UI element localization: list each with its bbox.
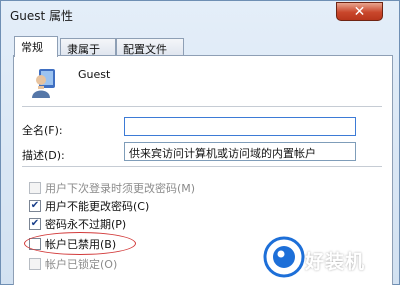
divider bbox=[22, 166, 382, 167]
tab-member-of[interactable]: 隶属于 bbox=[60, 38, 116, 56]
checkbox-cannot-change-password[interactable]: ✔ 用户不能更改密码(C) bbox=[29, 198, 149, 214]
watermark-text: 好装机 bbox=[305, 251, 366, 273]
window-title: Guest 属性 bbox=[10, 9, 74, 23]
tab-profile[interactable]: 配置文件 bbox=[116, 38, 184, 56]
checkbox-box[interactable]: ✔ bbox=[29, 218, 41, 230]
user-icon bbox=[32, 69, 55, 98]
checkbox-box[interactable] bbox=[29, 258, 41, 270]
close-button[interactable]: ✕ bbox=[336, 2, 383, 21]
checkbox-account-locked[interactable]: 帐户已锁定(O) bbox=[29, 256, 117, 272]
checkbox-label: 帐户已锁定(O) bbox=[45, 258, 118, 271]
checkbox-label: 用户不能更改密码(C) bbox=[45, 200, 150, 213]
checkbox-must-change-password[interactable]: 用户下次登录时须更改密码(M) bbox=[29, 180, 195, 196]
checkbox-password-never-expires[interactable]: ✔ 密码永不过期(P) bbox=[29, 216, 126, 232]
description-label: 描述(D): bbox=[22, 149, 65, 162]
description-input[interactable]: 供来宾访问计算机或访问域的内置帐户 bbox=[124, 142, 356, 161]
user-name: Guest bbox=[78, 68, 111, 81]
full-name-input[interactable] bbox=[124, 117, 356, 136]
divider bbox=[22, 106, 382, 107]
checkbox-box[interactable]: ✔ bbox=[29, 200, 41, 212]
full-name-label: 全名(F): bbox=[22, 124, 63, 137]
highlight-circle bbox=[24, 232, 136, 255]
checkbox-box[interactable] bbox=[29, 182, 41, 194]
checkbox-label: 密码永不过期(P) bbox=[45, 218, 127, 231]
checkbox-label: 用户下次登录时须更改密码(M) bbox=[45, 182, 196, 195]
tab-general[interactable]: 常规 bbox=[14, 36, 58, 57]
close-icon: ✕ bbox=[353, 3, 366, 20]
